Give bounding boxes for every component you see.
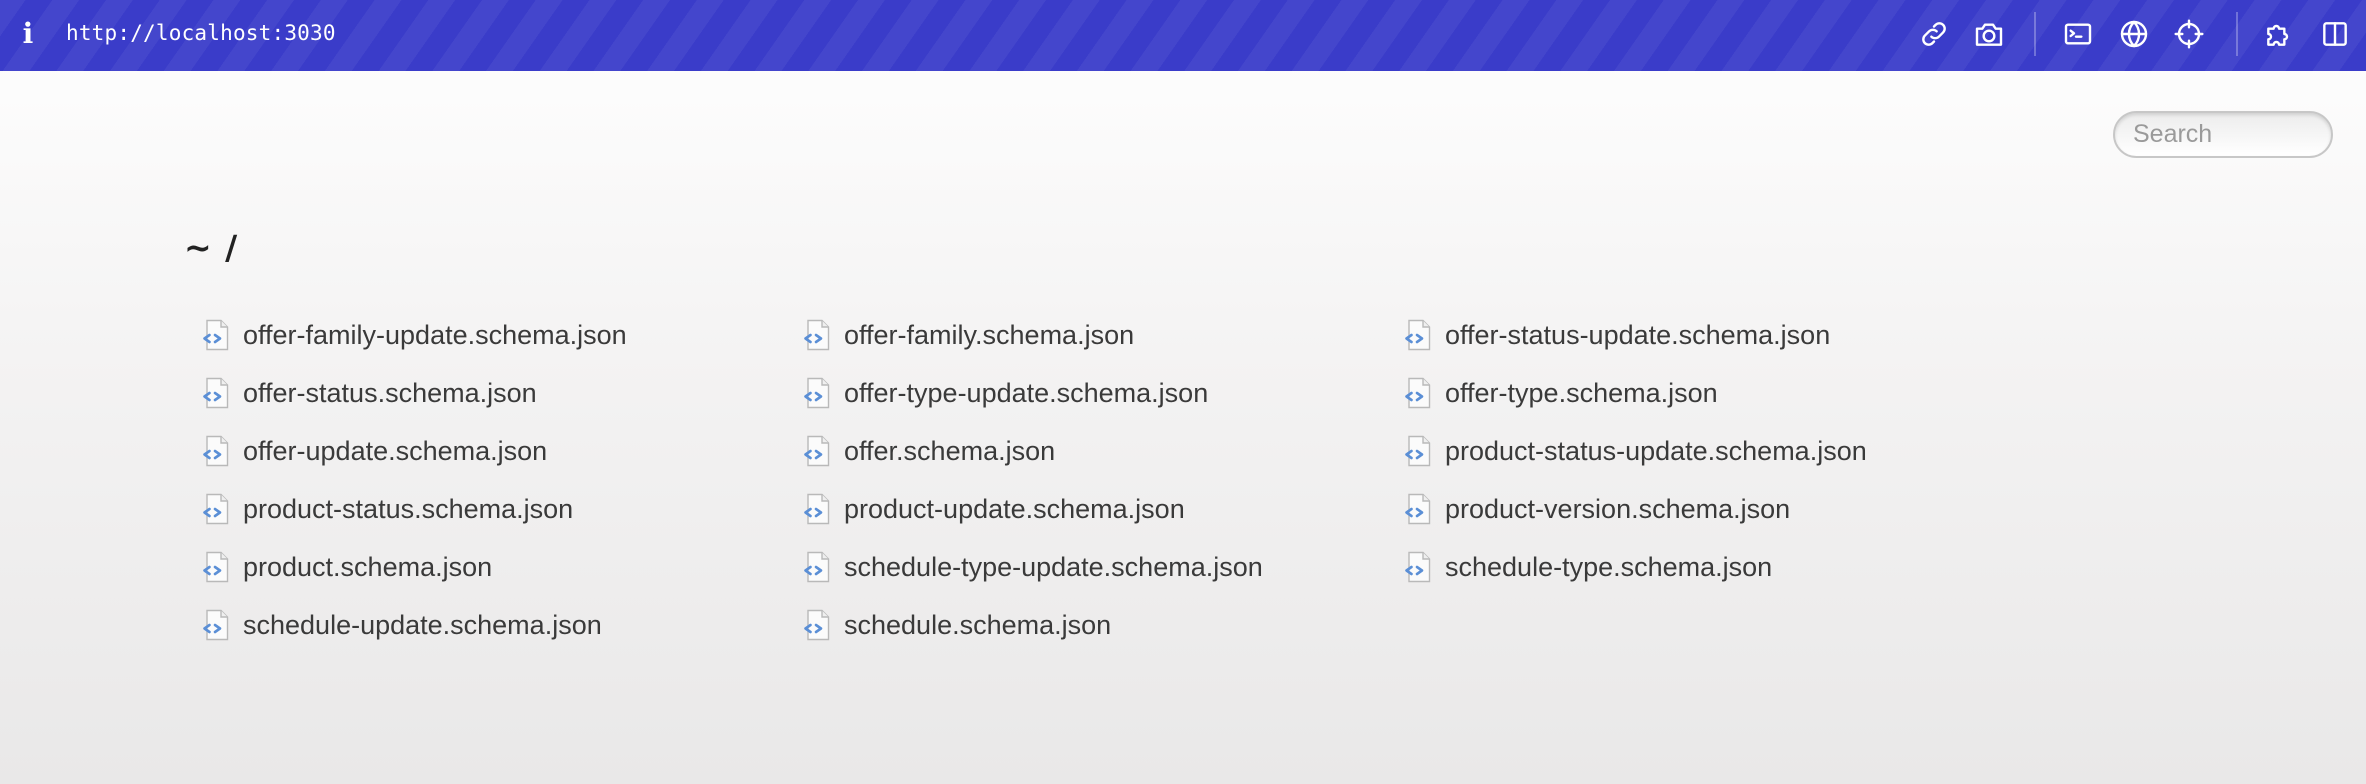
file-name-link[interactable]: offer-type-update.schema.json [844, 378, 1208, 409]
file-list-item[interactable]: product-version.schema.json [1402, 480, 2003, 538]
browser-toolbar: i http://localhost:3030 [0, 0, 2366, 71]
file-name-link[interactable]: schedule-type-update.schema.json [844, 552, 1263, 583]
file-list-item[interactable]: offer-status.schema.json [200, 364, 801, 422]
file-name-link[interactable]: schedule-type.schema.json [1445, 552, 1772, 583]
crosshair-icon[interactable] [2170, 15, 2208, 53]
breadcrumb-separator[interactable]: / [225, 228, 238, 267]
breadcrumb: ~ / [184, 228, 238, 267]
file-name-link[interactable]: schedule.schema.json [844, 610, 1111, 641]
file-name-link[interactable]: offer-status-update.schema.json [1445, 320, 1830, 351]
puzzle-icon[interactable] [2260, 15, 2298, 53]
json-file-icon [1402, 376, 1436, 410]
json-file-icon [801, 492, 835, 526]
file-name-link[interactable]: offer.schema.json [844, 436, 1055, 467]
file-name-link[interactable]: offer-status.schema.json [243, 378, 537, 409]
file-list-item[interactable]: offer-family.schema.json [801, 306, 1402, 364]
file-list-item[interactable]: product.schema.json [200, 538, 801, 596]
file-name-link[interactable]: offer-type.schema.json [1445, 378, 1718, 409]
sidebar-icon[interactable] [2316, 15, 2354, 53]
json-file-icon [200, 550, 234, 584]
file-list-item[interactable]: offer-family-update.schema.json [200, 306, 801, 364]
terminal-icon[interactable] [2059, 15, 2097, 53]
file-list-item[interactable]: offer-type-update.schema.json [801, 364, 1402, 422]
file-list-item[interactable]: offer.schema.json [801, 422, 1402, 480]
info-button[interactable]: i [17, 14, 39, 54]
json-file-icon [200, 434, 234, 468]
json-file-icon [200, 376, 234, 410]
file-list-item[interactable]: offer-update.schema.json [200, 422, 801, 480]
search-input[interactable] [2113, 111, 2333, 158]
file-list-item[interactable]: offer-type.schema.json [1402, 364, 2003, 422]
json-file-icon [801, 608, 835, 642]
file-list: offer-family-update.schema.json offer-fam… [200, 306, 2050, 654]
json-file-icon [200, 608, 234, 642]
json-file-icon [1402, 492, 1436, 526]
file-name-link[interactable]: product-status.schema.json [243, 494, 573, 525]
json-file-icon [1402, 434, 1436, 468]
toolbar-separator [2236, 12, 2238, 56]
json-file-icon [200, 492, 234, 526]
file-list-item[interactable]: schedule-type-update.schema.json [801, 538, 1402, 596]
file-name-link[interactable]: product.schema.json [243, 552, 492, 583]
json-file-icon [200, 318, 234, 352]
file-list-item[interactable]: offer-status-update.schema.json [1402, 306, 2003, 364]
link-icon[interactable] [1915, 15, 1953, 53]
url-display[interactable]: http://localhost:3030 [66, 18, 336, 48]
file-name-link[interactable]: product-status-update.schema.json [1445, 436, 1867, 467]
camera-icon[interactable] [1970, 15, 2008, 53]
json-file-icon [801, 376, 835, 410]
file-list-item[interactable]: product-status.schema.json [200, 480, 801, 538]
file-list-item[interactable]: schedule-type.schema.json [1402, 538, 2003, 596]
file-name-link[interactable]: offer-update.schema.json [243, 436, 547, 467]
file-name-link[interactable]: offer-family-update.schema.json [243, 320, 627, 351]
breadcrumb-home-link[interactable]: ~ [184, 228, 213, 267]
json-file-icon [1402, 550, 1436, 584]
json-file-icon [801, 434, 835, 468]
file-name-link[interactable]: offer-family.schema.json [844, 320, 1134, 351]
json-file-icon [801, 550, 835, 584]
globe-icon[interactable] [2115, 15, 2153, 53]
file-list-item[interactable]: schedule.schema.json [801, 596, 1402, 654]
file-list-item[interactable]: product-update.schema.json [801, 480, 1402, 538]
file-name-link[interactable]: product-update.schema.json [844, 494, 1185, 525]
json-file-icon [1402, 318, 1436, 352]
file-name-link[interactable]: product-version.schema.json [1445, 494, 1790, 525]
toolbar-separator [2034, 12, 2036, 56]
file-name-link[interactable]: schedule-update.schema.json [243, 610, 602, 641]
json-file-icon [801, 318, 835, 352]
file-list-item[interactable]: product-status-update.schema.json [1402, 422, 2003, 480]
file-list-item[interactable]: schedule-update.schema.json [200, 596, 801, 654]
